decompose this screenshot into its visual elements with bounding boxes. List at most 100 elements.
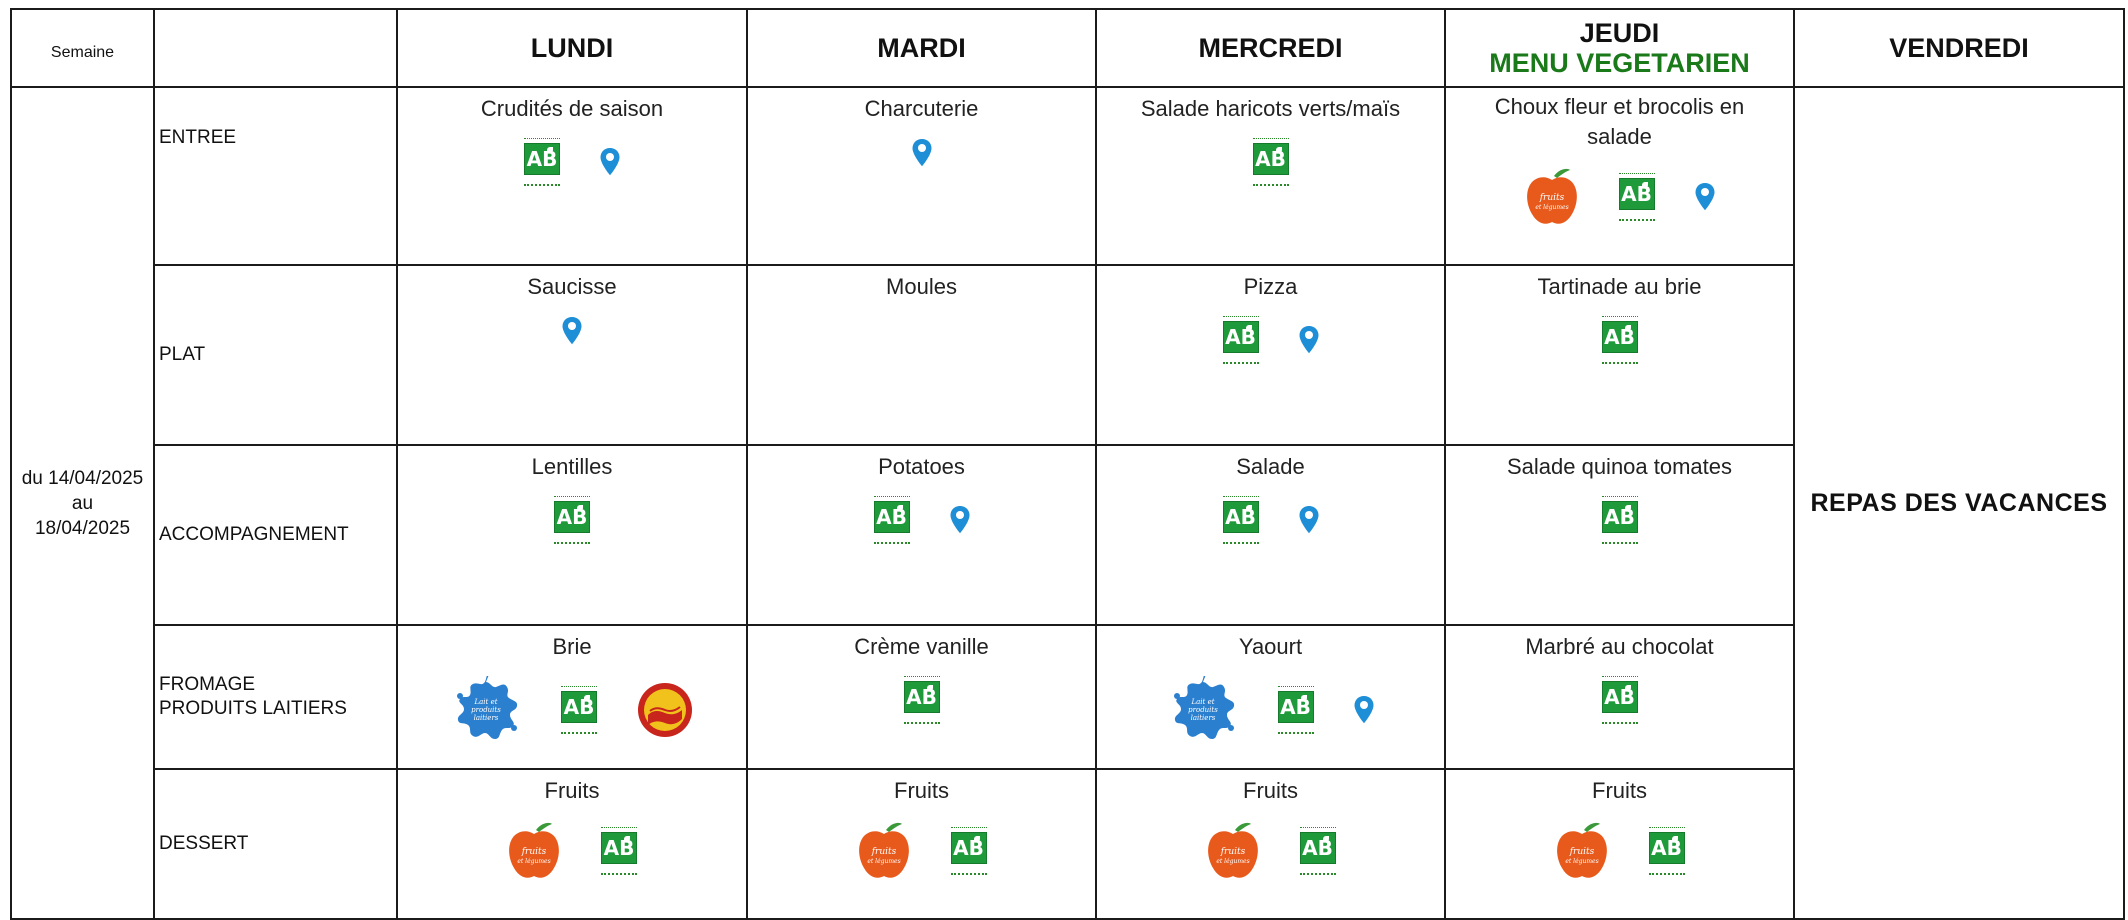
svg-text:fruits: fruits [1538,193,1564,203]
menu-cell: Yaourt Lait et produits laitiers AB [1095,624,1446,770]
label-badges: AB [1097,138,1444,186]
menu-cell: Salade AB [1095,444,1446,626]
dish-name: Choux fleur et brocolis en salade [1494,94,1745,149]
svg-text:produits: produits [1188,706,1218,714]
svg-text:produits: produits [471,706,501,714]
lait-produits-laitiers-icon: Lait etproduitslaitiers [457,676,518,739]
ab-organic-icon: AB [1648,827,1686,875]
fruits-legumes-ecole-icon: fruitset légumes [1556,822,1607,878]
label-badges: Lait et produits laitiers AB [1097,676,1444,744]
ab-organic-icon: AB [950,827,988,875]
svg-text:fruits: fruits [1568,847,1594,857]
dish: Tartinade au brie AB [1446,266,1793,364]
dish: Pizza AB [1097,266,1444,364]
week-au: au [71,492,94,514]
category-entree: ENTREE [153,86,398,266]
vendredi-vacances: REPAS DES VACANCES [1793,86,2125,920]
svg-text:et légumes: et légumes [1565,858,1598,865]
day-header-lundi: LUNDI [396,8,748,88]
semaine-header: Semaine [10,8,155,88]
dish: Saucisse [398,266,746,346]
ab-organic-icon: AB [1601,316,1639,364]
menu-cell: Brie Lait et produits laitiers AB [396,624,748,770]
svg-text:et légumes: et légumes [867,858,900,865]
fruits-legumes-ecole-icon: fruitset légumes [1207,822,1258,878]
menu-cell: Crudités de saison AB [396,86,748,266]
svg-text:fruits: fruits [1219,847,1245,857]
menu-cell: Potatoes AB [746,444,1097,626]
svg-text:et légumes: et légumes [1535,204,1568,211]
label-badges: AB [1446,316,1793,364]
dish: Crème vanille AB [748,626,1095,724]
dish-name: Salade haricots verts/maïs [1140,96,1401,121]
label-badges: AB [1446,676,1793,724]
menu-cell: Moules [746,264,1097,446]
label-badges: AB [1446,496,1793,544]
fruits-legumes-ecole-icon: fruitset légumes [858,822,909,878]
location-pin-icon [912,139,931,167]
ab-organic-icon: AB [560,686,598,734]
ab-organic-icon: AB [1222,316,1260,364]
ab-organic-icon: AB [553,496,591,544]
day-header-jeudi: JEUDI MENU VEGETARIEN [1444,8,1795,88]
dish-name: Tartinade au brie [1537,274,1702,299]
category-produits-laitiers-label: PRODUITS LAITIERS [159,698,347,719]
day-header-vendredi: VENDREDI [1793,8,2125,88]
menu-cell: Salade haricots verts/maïs AB [1095,86,1446,266]
label-badges: AB [1097,496,1444,544]
location-pin-icon [1695,183,1714,211]
location-pin-icon [562,317,582,345]
week-start-date: du 14/04/2025 [21,467,144,489]
dish-name: Yaourt [1238,634,1303,659]
svg-text:Lait et: Lait et [473,698,497,706]
menu-cell: Fruits fruits et légumes AB [1095,768,1446,920]
label-badges: fruits et légumes AB [748,820,1095,882]
dish: Fruits fruits et légumes AB [748,770,1095,882]
dish: Potatoes AB [748,446,1095,544]
ab-organic-icon: AB [1601,496,1639,544]
ab-organic-icon: AB [903,676,941,724]
ab-organic-icon: AB [600,827,638,875]
category-fromage-label: FROMAGE [159,674,256,695]
category-dessert: DESSERT [153,768,398,920]
lait-produits-laitiers-icon: Lait etproduitslaitiers [1173,676,1234,739]
dish-name: Charcuterie [864,96,979,121]
day-header-mercredi: MERCREDI [1095,8,1446,88]
dish: Fruits fruits et légumes AB [1446,770,1793,882]
dish-name: Potatoes [878,454,965,479]
svg-text:et légumes: et légumes [1216,858,1249,865]
label-badges: fruits et légumes AB [1446,166,1793,228]
menu-cell: Pizza AB [1095,264,1446,446]
dish-name: Fruits [1243,778,1298,803]
category-plat: PLAT [153,264,398,446]
dish: Salade haricots verts/maïs AB [1097,88,1444,186]
menu-cell: Charcuterie [746,86,1097,266]
aop-seal-icon [638,683,692,737]
dish: Moules [748,266,1095,302]
dish-name: Brie [552,634,592,659]
dish: Choux fleur et brocolis en salade fruits e… [1446,88,1793,228]
ab-organic-icon: AB [1601,676,1639,724]
label-badges: fruits et légumes AB [1097,820,1444,882]
vegetarian-menu-label: MENU VEGETARIEN [1489,48,1750,78]
dish: Fruits fruits et légumes AB [1097,770,1444,882]
dish-name: Pizza [1243,274,1298,299]
location-pin-icon [950,506,969,534]
svg-text:fruits: fruits [870,847,896,857]
menu-cell: Choux fleur et brocolis en salade fruits e… [1444,86,1795,266]
menu-cell: Fruits fruits et légumes AB [1444,768,1795,920]
weekly-menu-table: Semaine LUNDI MARDI MERCREDI JEUDI MENU … [10,8,2125,920]
jeudi-label: JEUDI [1579,18,1660,48]
menu-cell: Marbré au chocolat AB [1444,624,1795,770]
dish: Marbré au chocolat AB [1446,626,1793,724]
menu-cell: Lentilles AB [396,444,748,626]
label-badges [748,138,1095,168]
ab-organic-icon: AB [1252,138,1290,186]
day-header-mardi: MARDI [746,8,1097,88]
dish-name: Salade [1236,454,1305,479]
category-accompagnement: ACCOMPAGNEMENT [153,444,398,626]
label-badges: fruits et légumes AB [398,820,746,882]
label-badges: AB [748,496,1095,544]
svg-text:Lait et: Lait et [1190,698,1214,706]
category-header [153,8,398,88]
